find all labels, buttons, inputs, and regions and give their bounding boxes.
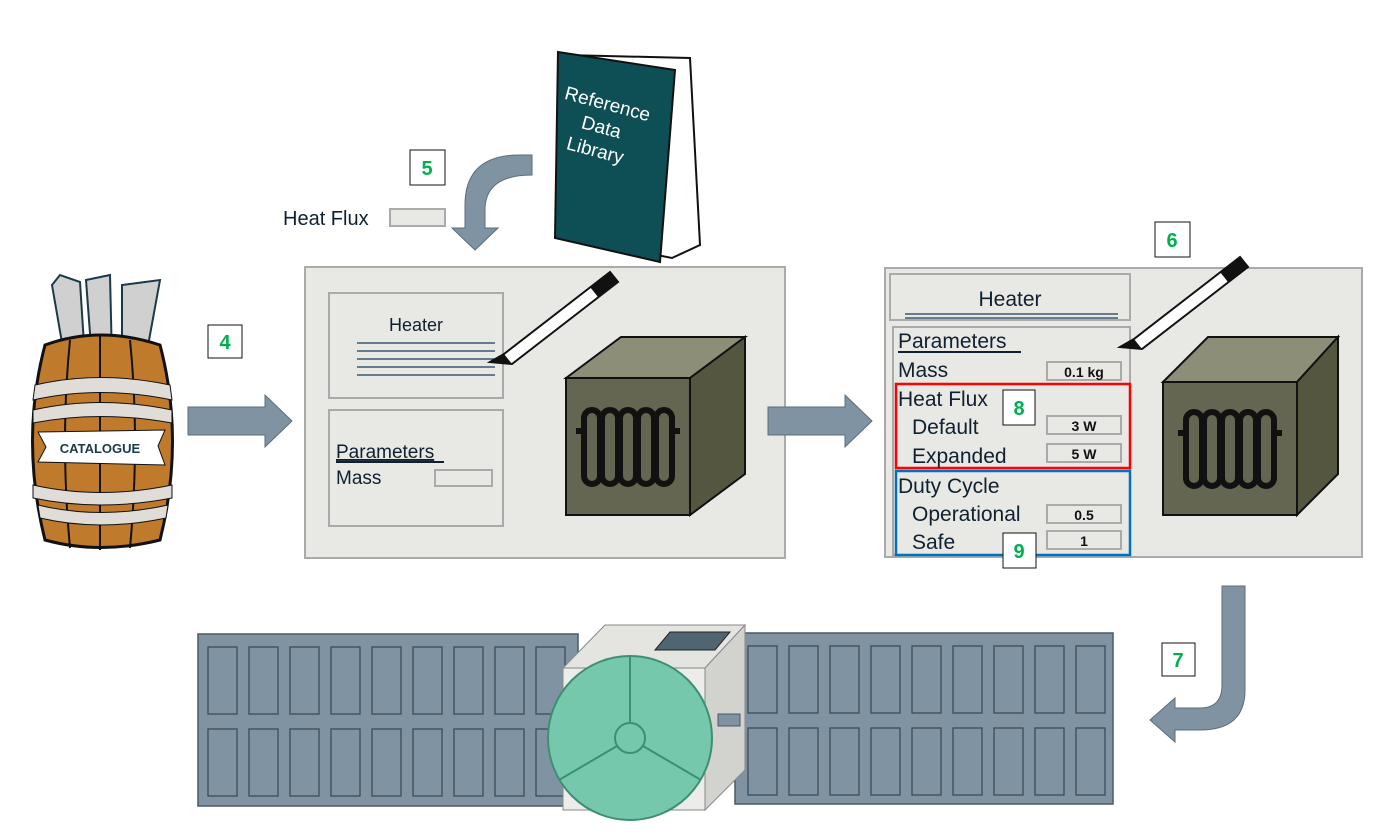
heater-panel-before: Heater Parameters Mass [304,266,786,559]
floating-heat-flux-label: Heat Flux [283,208,369,230]
satellite-dish [547,655,713,821]
heat-flux-expanded-value: 5 W [1072,446,1098,462]
step-label-7: 7 [1172,650,1183,672]
diagram: Reference Data Library 5 Heat Flux CATAL… [0,0,1375,835]
solar-panel-left [197,633,579,807]
heater-title-before: Heater [389,315,443,335]
duty-cycle-safe-value: 1 [1080,533,1088,549]
duty-cycle-label: Duty Cycle [898,475,1000,498]
satellite [197,623,1114,821]
heat-flux-default-label: Default [912,416,979,439]
arrow-4 [187,393,293,449]
heater-cube-before [562,335,749,517]
heater-title-after: Heater [978,288,1041,311]
mass-label-after: Mass [898,359,948,382]
mass-field-before [434,469,493,487]
step-label-4: 4 [219,332,231,354]
heat-flux-expanded-label: Expanded [912,445,1007,468]
duty-cycle-operational-label: Operational [912,503,1021,526]
solar-panel-right [734,632,1114,805]
step-label-8: 8 [1013,398,1024,420]
duty-cycle-operational-value: 0.5 [1074,507,1094,523]
duty-cycle-safe-label: Safe [912,531,955,554]
floating-heat-flux-field [389,208,446,227]
catalogue-label: CATALOGUE [60,441,141,456]
heater-cube-after [1160,334,1341,518]
heat-flux-label: Heat Flux [898,388,988,411]
step-label-6: 6 [1166,230,1177,252]
parameters-heading-before: Parameters [336,442,434,463]
reference-data-library-book: Reference Data Library [553,50,702,264]
curved-arrow-5 [450,154,533,251]
parameters-heading-after: Parameters [898,330,1007,353]
step-label-9: 9 [1013,541,1024,563]
step-label-5: 5 [421,158,432,180]
catalogue-barrel: CATALOGUE [31,273,174,550]
heat-flux-default-value: 3 W [1072,418,1098,434]
mass-label-before: Mass [336,468,381,489]
mass-value-after: 0.1 kg [1064,364,1104,380]
heater-panel-after: Heater Parameters Mass 0.1 kg Heat Flux … [884,256,1363,558]
